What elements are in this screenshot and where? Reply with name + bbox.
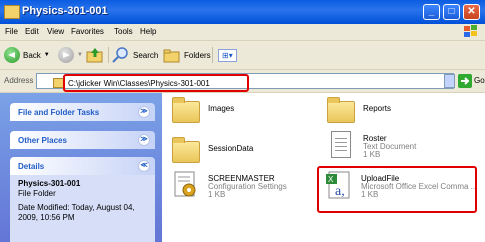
chevron-down-icon[interactable]: ▼	[44, 52, 50, 58]
views-icon: ⊞▾	[218, 48, 237, 62]
other-places-header[interactable]: Other Places ≫	[10, 131, 155, 149]
folder-icon	[172, 97, 200, 123]
menu-tools[interactable]: Tools	[114, 27, 133, 36]
text-document-icon	[331, 131, 351, 158]
folder-icon	[327, 97, 355, 123]
item-name: Images	[208, 104, 235, 113]
uploadfile-highlight-box	[317, 166, 477, 213]
file-folder-tasks-label: File and Folder Tasks	[18, 108, 100, 117]
file-folder-tasks-header[interactable]: File and Folder Tasks ≫	[10, 103, 155, 121]
maximize-button[interactable]: □	[443, 4, 460, 20]
toolbar-separator	[108, 47, 109, 63]
title-bar: Physics-301-001 _ □ ✕	[0, 0, 485, 24]
file-item-screenmaster[interactable]: SCREENMASTER Configuration Settings 1 KB	[172, 171, 312, 203]
up-folder-button[interactable]	[86, 45, 104, 65]
address-label: Address	[4, 76, 34, 85]
window-title: Physics-301-001	[22, 5, 108, 17]
item-size: 1 KB	[363, 150, 381, 159]
go-arrow-icon[interactable]	[458, 74, 472, 88]
menu-bar: File Edit View Favorites Tools Help	[0, 24, 485, 41]
search-button[interactable]: Search	[112, 45, 158, 65]
folders-label: Folders	[184, 50, 211, 60]
minimize-button[interactable]: _	[423, 4, 440, 20]
search-icon	[112, 47, 128, 63]
details-type: File Folder	[18, 189, 56, 198]
expand-icon[interactable]: ≫	[138, 106, 150, 118]
menu-file[interactable]: File	[5, 27, 18, 36]
toolbar-separator	[212, 47, 213, 63]
collapse-icon[interactable]: ≪	[138, 160, 150, 172]
back-label: Back	[23, 50, 41, 60]
details-panel: Physics-301-001 File Folder Date Modifie…	[10, 175, 155, 242]
folder-icon	[4, 5, 20, 19]
menu-view[interactable]: View	[47, 27, 64, 36]
file-list: Images Reports SessionData Roster Text D…	[162, 93, 485, 242]
folder-item-sessiondata[interactable]: SessionData	[172, 137, 292, 165]
address-input[interactable]: C:\jdicker Win\Classes\Physics-301-001	[36, 73, 454, 92]
search-label: Search	[133, 50, 159, 60]
details-label: Details	[18, 162, 45, 171]
go-button[interactable]: Go	[474, 76, 485, 85]
views-button[interactable]: ⊞▾	[218, 45, 237, 65]
folder-icon	[172, 137, 200, 163]
menu-favorites[interactable]: Favorites	[71, 27, 104, 36]
chevron-down-icon[interactable]: ▼	[77, 52, 83, 58]
folder-item-images[interactable]: Images	[172, 97, 292, 125]
item-name: SessionData	[208, 144, 254, 153]
item-name: Reports	[363, 104, 392, 113]
folders-button[interactable]: Folders	[163, 45, 211, 65]
folders-icon	[163, 49, 180, 63]
details-header[interactable]: Details ≪	[10, 157, 155, 175]
up-folder-icon	[86, 48, 103, 63]
file-item-roster[interactable]: Roster Text Document 1 KB	[327, 131, 467, 163]
details-modified: Date Modified: Today, August 04, 2009, 1…	[18, 203, 135, 222]
back-arrow-icon	[4, 47, 20, 63]
other-places-label: Other Places	[18, 136, 67, 145]
address-highlight-box	[63, 74, 249, 92]
close-button[interactable]: ✕	[463, 4, 480, 20]
item-size: 1 KB	[208, 190, 226, 199]
forward-arrow-icon	[58, 47, 74, 63]
expand-icon[interactable]: ≫	[138, 134, 150, 146]
menu-help[interactable]: Help	[140, 27, 156, 36]
details-name: Physics-301-001	[18, 179, 81, 188]
back-button[interactable]: Back ▼	[4, 45, 50, 65]
folder-item-reports[interactable]: Reports	[327, 97, 447, 125]
address-bar: Address C:\jdicker Win\Classes\Physics-3…	[0, 70, 485, 93]
menu-edit[interactable]: Edit	[25, 27, 39, 36]
toolbar: Back ▼ ▼ Search Folders ⊞▾	[0, 41, 485, 70]
address-dropdown-button[interactable]	[444, 74, 455, 88]
forward-button[interactable]: ▼	[58, 45, 83, 65]
windows-logo-icon	[464, 25, 477, 37]
config-settings-icon	[174, 171, 196, 197]
